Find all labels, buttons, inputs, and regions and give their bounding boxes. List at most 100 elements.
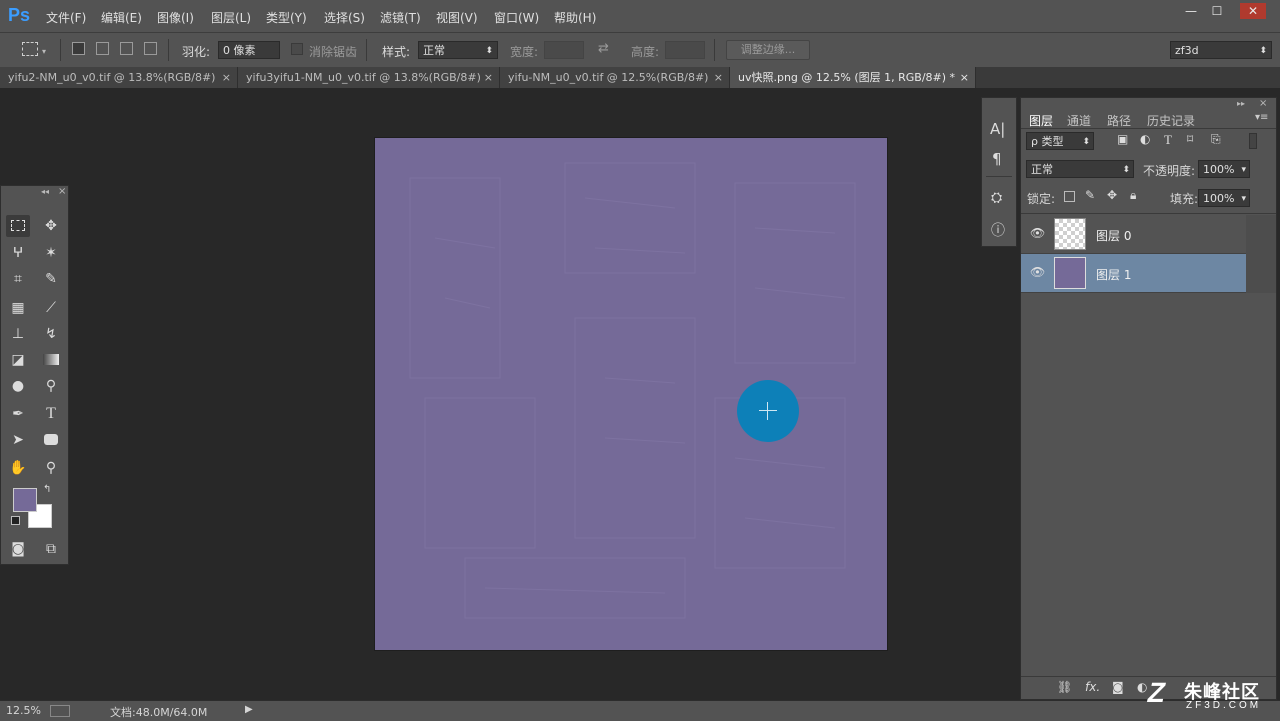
menu-select[interactable]: 选择(S) xyxy=(324,9,365,26)
crop-tool-icon[interactable]: ⌗ xyxy=(6,268,30,290)
fill-input[interactable]: 100% ▾ xyxy=(1198,189,1250,207)
subtract-selection-icon[interactable] xyxy=(120,42,133,55)
zoom-level[interactable]: 12.5% xyxy=(6,704,41,717)
fx-icon[interactable]: fx. xyxy=(1085,680,1100,694)
shape-tool-icon[interactable] xyxy=(39,429,63,451)
move-tool-icon[interactable]: ✥ xyxy=(39,215,63,237)
tab-yifu[interactable]: yifu-NM_u0_v0.tif @ 12.5%(RGB/8#) × xyxy=(500,67,730,88)
type-filter-icon[interactable]: T xyxy=(1164,132,1172,148)
width-input[interactable] xyxy=(544,41,584,59)
close-icon[interactable]: × xyxy=(58,186,66,197)
new-selection-icon[interactable] xyxy=(72,42,85,55)
pen-tool-icon[interactable]: ✒ xyxy=(6,403,30,425)
info-panel-icon[interactable]: ⓘ xyxy=(991,220,1005,240)
history-brush-icon[interactable]: ↯ xyxy=(39,323,63,345)
close-icon[interactable]: × xyxy=(222,67,231,88)
tab-paths[interactable]: 路径 xyxy=(1107,112,1131,129)
dodge-tool-icon[interactable]: ⚲ xyxy=(39,375,63,397)
style-select[interactable]: 正常 ⬍ xyxy=(418,41,498,59)
swap-colors-icon[interactable]: ↰ xyxy=(43,484,51,495)
menu-help[interactable]: 帮助(H) xyxy=(554,9,596,26)
close-icon[interactable]: × xyxy=(1259,98,1267,109)
feather-input[interactable]: 0 像素 xyxy=(218,41,280,59)
menu-image[interactable]: 图像(I) xyxy=(157,9,194,26)
magic-wand-icon[interactable]: ✶ xyxy=(39,242,63,264)
menu-view[interactable]: 视图(V) xyxy=(436,9,478,26)
eyedropper-icon[interactable]: ✎ xyxy=(39,268,63,290)
add-selection-icon[interactable] xyxy=(96,42,109,55)
healing-brush-icon[interactable]: ▦ xyxy=(6,297,30,319)
type-tool-icon[interactable]: T xyxy=(39,403,63,425)
marquee-preset-icon[interactable] xyxy=(22,42,38,56)
close-icon[interactable]: × xyxy=(484,67,493,88)
lock-transparency-icon[interactable] xyxy=(1064,191,1075,202)
intersect-selection-icon[interactable] xyxy=(144,42,157,55)
workspace-select[interactable]: zf3d ⬍ xyxy=(1170,41,1272,59)
screen-mode-icon[interactable]: ⧉ xyxy=(39,538,63,560)
foreground-color-swatch[interactable] xyxy=(13,488,37,512)
antialias-checkbox[interactable] xyxy=(291,43,303,55)
tab-channels[interactable]: 通道 xyxy=(1067,112,1091,129)
blend-mode-select[interactable]: 正常 ⬍ xyxy=(1026,160,1134,178)
tab-yifu2[interactable]: yifu2-NM_u0_v0.tif @ 13.8%(RGB/8#) × xyxy=(0,67,238,88)
shape-filter-icon[interactable]: ⌑ xyxy=(1187,132,1193,146)
marquee-tool-icon[interactable] xyxy=(6,215,30,237)
lasso-tool-icon[interactable]: ⵖ xyxy=(6,242,30,264)
pixel-filter-icon[interactable]: ▣ xyxy=(1117,132,1128,146)
default-colors-icon[interactable] xyxy=(11,516,20,525)
menu-edit[interactable]: 编辑(E) xyxy=(101,9,142,26)
panel-menu-icon[interactable]: ▾≡ xyxy=(1255,112,1268,123)
adjustment-filter-icon[interactable]: ◐ xyxy=(1140,132,1150,146)
swap-icon[interactable]: ⇄ xyxy=(598,41,609,56)
layer-row-layer-0[interactable]: 👁︎ 图层 0 xyxy=(1021,215,1246,254)
tab-uv-snapshot[interactable]: uv快照.png @ 12.5% (图层 1, RGB/8#) * × xyxy=(730,67,976,88)
filter-toggle[interactable] xyxy=(1249,133,1257,149)
opacity-input[interactable]: 100% ▾ xyxy=(1198,160,1250,178)
export-status-icon[interactable] xyxy=(50,705,70,717)
eraser-tool-icon[interactable]: ◪ xyxy=(6,349,30,371)
visibility-eye-icon[interactable]: 👁︎ xyxy=(1030,226,1045,240)
layers-scrollbar[interactable] xyxy=(1246,215,1276,293)
hand-tool-icon[interactable]: ✋ xyxy=(6,457,30,479)
lock-all-icon[interactable]: 🔒︎ xyxy=(1130,188,1136,203)
close-icon[interactable]: × xyxy=(714,67,723,88)
status-menu-arrow-icon[interactable]: ▶ xyxy=(245,704,253,715)
maximize-button[interactable]: ☐ xyxy=(1204,3,1230,19)
menu-layer[interactable]: 图层(L) xyxy=(211,9,251,26)
layer-name[interactable]: 图层 0 xyxy=(1096,227,1131,244)
document-canvas[interactable] xyxy=(375,138,887,650)
menu-type[interactable]: 类型(Y) xyxy=(266,9,307,26)
tab-history[interactable]: 历史记录 xyxy=(1147,112,1195,129)
visibility-eye-icon[interactable]: 👁︎ xyxy=(1030,265,1045,279)
layer-row-layer-1[interactable]: 👁︎ 图层 1 xyxy=(1021,254,1246,293)
quick-mask-icon[interactable]: ◙ xyxy=(6,538,30,560)
blur-tool-icon[interactable]: ● xyxy=(6,375,30,397)
height-input[interactable] xyxy=(665,41,705,59)
link-layers-icon[interactable]: ⛓︎ xyxy=(1057,680,1072,694)
paragraph-panel-icon[interactable]: ¶ xyxy=(992,150,1002,168)
zoom-tool-icon[interactable]: ⚲ xyxy=(39,457,63,479)
close-icon[interactable]: × xyxy=(960,67,969,88)
layer-name[interactable]: 图层 1 xyxy=(1096,266,1131,283)
menu-file[interactable]: 文件(F) xyxy=(46,9,86,26)
clone-stamp-icon[interactable]: ⊥ xyxy=(6,323,30,345)
layer-filter-select[interactable]: ρ 类型 ⬍ xyxy=(1026,132,1094,150)
lock-pixels-icon[interactable]: ✎ xyxy=(1085,188,1095,202)
close-button[interactable]: ✕ xyxy=(1240,3,1266,19)
brush-tool-icon[interactable]: ⟋ xyxy=(39,297,63,319)
menu-filter[interactable]: 滤镜(T) xyxy=(380,9,421,26)
brush-preset-icon[interactable]: ⛭ xyxy=(991,190,1002,206)
refine-edge-button[interactable]: 调整边缘... xyxy=(726,40,810,60)
lock-position-icon[interactable]: ✥ xyxy=(1107,188,1117,202)
collapse-icon[interactable]: ▸▸ xyxy=(1237,99,1245,108)
tab-yifu3yifu1[interactable]: yifu3yifu1-NM_u0_v0.tif @ 13.8%(RGB/8#) × xyxy=(238,67,500,88)
collapse-icon[interactable]: ◂◂ xyxy=(41,187,49,196)
smart-object-filter-icon[interactable]: ⎘ xyxy=(1211,132,1221,147)
layer-mask-icon[interactable]: ◙ xyxy=(1112,680,1124,694)
character-panel-icon[interactable]: A| xyxy=(990,120,1005,138)
adjustment-layer-icon[interactable]: ◐ xyxy=(1137,680,1147,694)
gradient-tool-icon[interactable] xyxy=(39,349,63,371)
path-select-icon[interactable]: ➤ xyxy=(6,429,30,451)
minimize-button[interactable]: — xyxy=(1178,3,1204,19)
menu-window[interactable]: 窗口(W) xyxy=(494,9,539,26)
